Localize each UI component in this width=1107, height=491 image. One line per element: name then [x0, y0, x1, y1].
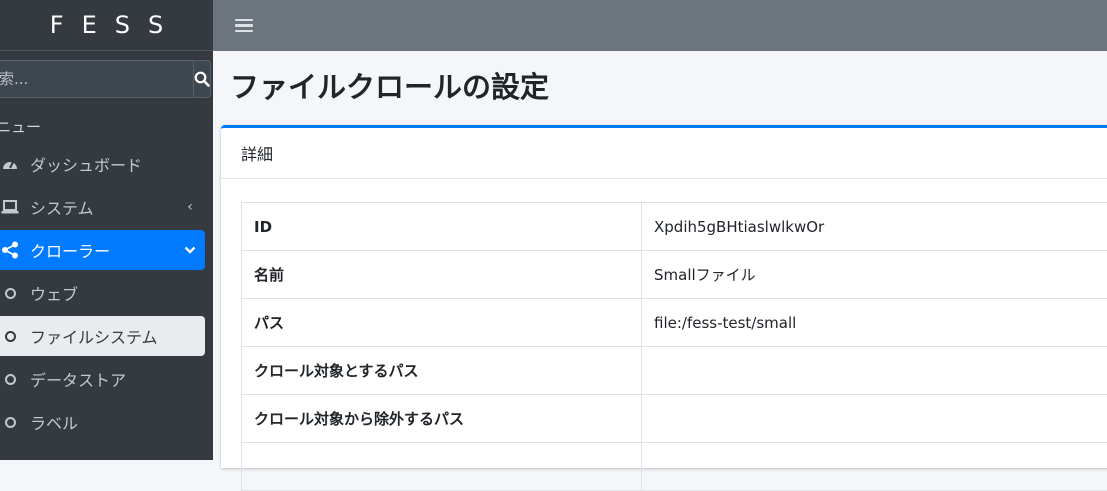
search-button[interactable]: [193, 60, 211, 98]
sidebar-item-label: ウェブ: [30, 281, 205, 305]
detail-value: Smallファイル: [642, 251, 1107, 299]
detail-key: ID: [242, 203, 642, 251]
sidebar-item-label-settings[interactable]: ラベル: [0, 402, 205, 442]
sidebar-item-label: ダッシュボード: [30, 152, 205, 176]
table-row: パス file:/fess-test/small: [242, 299, 1107, 347]
sidebar-item-label: システム: [30, 195, 175, 219]
brand-logo[interactable]: FESS: [0, 0, 213, 51]
sidebar-item-label: データストア: [30, 367, 205, 391]
detail-key: [242, 443, 642, 491]
dashboard-gauge-icon: [0, 154, 22, 174]
sidebar-item-datastore[interactable]: データストア: [0, 359, 205, 399]
circle-icon: [0, 326, 22, 346]
detail-key: パス: [242, 299, 642, 347]
sidebar: FESS ニュー ダッシュボード システム ‹: [0, 0, 213, 460]
top-navbar: [213, 0, 1107, 51]
circle-icon: [0, 369, 22, 389]
detail-key: クロール対象から除外するパス: [242, 395, 642, 443]
detail-key: 名前: [242, 251, 642, 299]
sidebar-item-label: クローラー: [30, 238, 175, 262]
menu-header: ニュー: [0, 116, 41, 137]
table-row: クロール対象から除外するパス: [242, 395, 1107, 443]
page-title: ファイルクロールの設定: [230, 64, 549, 106]
circle-icon: [0, 412, 22, 432]
sidebar-item-crawler[interactable]: クローラー: [0, 230, 205, 270]
detail-table: ID Xpdih5gBHtiaslwlkwOr 名前 Smallファイル パス …: [241, 202, 1107, 491]
sidebar-search: [0, 60, 205, 98]
table-row: [242, 443, 1107, 491]
laptop-icon: [0, 197, 22, 217]
sidebar-item-label: ラベル: [30, 410, 205, 434]
circle-icon: [0, 283, 22, 303]
search-input[interactable]: [0, 60, 193, 98]
chevron-down-icon: [175, 242, 205, 258]
table-row: 名前 Smallファイル: [242, 251, 1107, 299]
table-row: ID Xpdih5gBHtiaslwlkwOr: [242, 203, 1107, 251]
sidebar-item-system[interactable]: システム ‹: [0, 187, 205, 227]
chevron-left-icon: ‹: [175, 199, 205, 215]
search-icon: [194, 71, 210, 87]
circle-icon: [0, 455, 22, 460]
table-row: クロール対象とするパス: [242, 347, 1107, 395]
share-nodes-icon: [0, 240, 22, 260]
hamburger-menu-icon[interactable]: [235, 19, 253, 33]
detail-value: file:/fess-test/small: [642, 299, 1107, 347]
detail-key: クロール対象とするパス: [242, 347, 642, 395]
sidebar-item-next[interactable]: [0, 445, 205, 460]
detail-value: [642, 443, 1107, 491]
detail-value: Xpdih5gBHtiaslwlkwOr: [642, 203, 1107, 251]
sidebar-item-filesystem[interactable]: ファイルシステム: [0, 316, 205, 356]
sidebar-item-dashboard[interactable]: ダッシュボード: [0, 144, 205, 184]
detail-card: 詳細 ID Xpdih5gBHtiaslwlkwOr 名前 Smallファイル …: [221, 125, 1107, 468]
detail-value: [642, 395, 1107, 443]
detail-value: [642, 347, 1107, 395]
sidebar-item-label: ファイルシステム: [30, 324, 205, 348]
card-header: 詳細: [221, 128, 1107, 179]
sidebar-item-web[interactable]: ウェブ: [0, 273, 205, 313]
